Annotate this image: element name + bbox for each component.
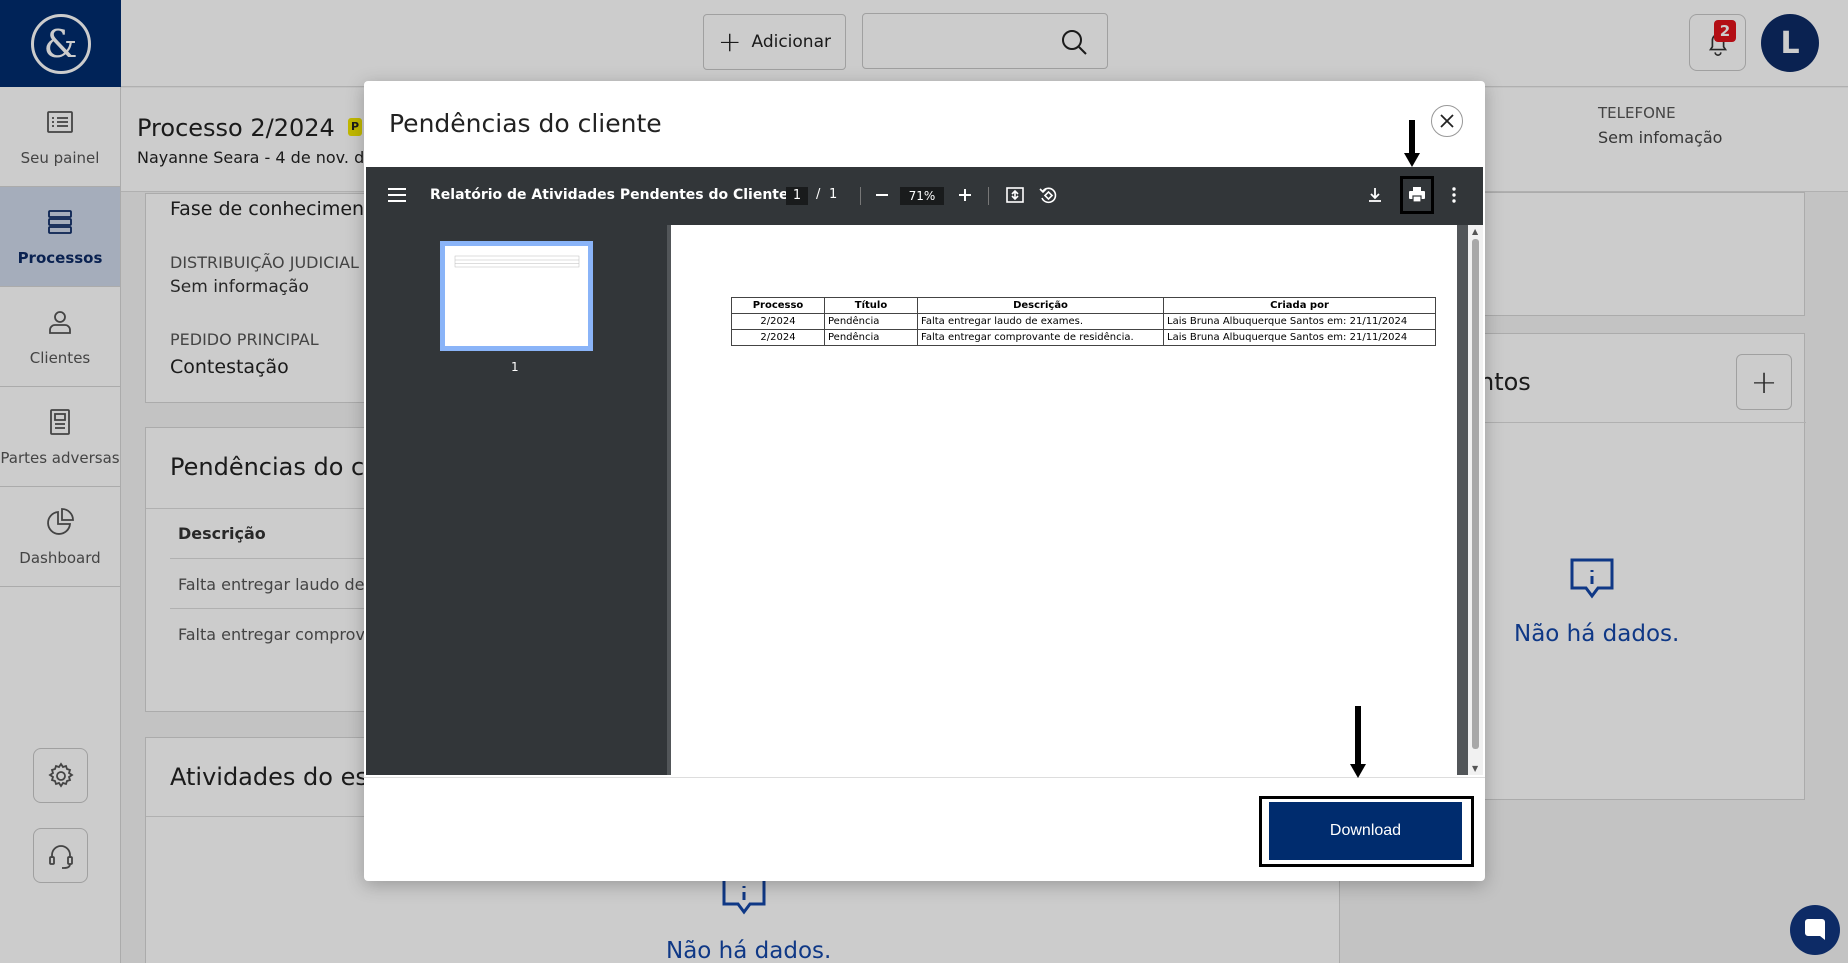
cell-process: 2/2024 bbox=[731, 329, 825, 346]
pdf-toolbar: Relatório de Atividades Pendentes do Cli… bbox=[366, 167, 1483, 225]
pdf-scrollbar[interactable]: ▲ ▼ bbox=[1468, 225, 1483, 775]
more-vertical-icon[interactable] bbox=[1444, 185, 1464, 205]
print-icon[interactable] bbox=[1407, 185, 1427, 205]
annotation-arrow-download bbox=[1355, 706, 1361, 766]
fit-page-icon[interactable] bbox=[1005, 185, 1025, 205]
thumbnail-page-number: 1 bbox=[511, 360, 519, 374]
scroll-down-icon[interactable]: ▼ bbox=[1472, 764, 1478, 773]
thumbnail-preview bbox=[454, 255, 580, 268]
pdf-document-title: Relatório de Atividades Pendentes do Cli… bbox=[430, 187, 789, 203]
column-header: Descrição bbox=[917, 297, 1164, 314]
close-icon bbox=[1440, 114, 1454, 128]
download-button[interactable]: Download bbox=[1269, 802, 1462, 860]
menu-icon[interactable] bbox=[388, 187, 406, 203]
cell-title: Pendência bbox=[824, 329, 918, 346]
table-row: 2/2024 Pendência Falta entregar comprova… bbox=[731, 329, 1436, 346]
pending-modal: Pendências do cliente Relatório de Ativi… bbox=[364, 81, 1485, 881]
column-header: Título bbox=[824, 297, 918, 314]
page-number-input[interactable]: 1 bbox=[786, 187, 808, 205]
column-header: Processo bbox=[731, 297, 825, 314]
zoom-out-icon[interactable] bbox=[872, 185, 892, 205]
thumbnail-sidebar: 1 bbox=[366, 225, 667, 775]
rotate-icon[interactable] bbox=[1038, 185, 1058, 205]
report-table: Processo Título Descrição Criada por 2/2… bbox=[731, 297, 1436, 346]
zoom-in-icon[interactable] bbox=[955, 185, 975, 205]
cell-description: Falta entregar comprovante de residência… bbox=[917, 329, 1164, 346]
cell-description: Falta entregar laudo de exames. bbox=[917, 313, 1164, 330]
cell-created-by: Lais Bruna Albuquerque Santos em: 21/11/… bbox=[1163, 329, 1436, 346]
pdf-page: Processo Título Descrição Criada por 2/2… bbox=[671, 225, 1457, 775]
close-button[interactable] bbox=[1431, 105, 1463, 137]
scrollbar-thumb[interactable] bbox=[1472, 239, 1479, 749]
column-header: Criada por bbox=[1163, 297, 1436, 314]
divider bbox=[364, 777, 1485, 778]
annotation-arrowhead-print bbox=[1404, 153, 1420, 167]
divider bbox=[988, 187, 989, 205]
page-separator: / bbox=[816, 187, 821, 202]
pdf-viewer: Relatório de Atividades Pendentes do Cli… bbox=[366, 167, 1483, 775]
table-row: 2/2024 Pendência Falta entregar laudo de… bbox=[731, 313, 1436, 330]
table-header-row: Processo Título Descrição Criada por bbox=[731, 297, 1436, 314]
divider bbox=[860, 187, 861, 205]
cell-title: Pendência bbox=[824, 313, 918, 330]
scroll-up-icon[interactable]: ▲ bbox=[1472, 227, 1478, 236]
cell-created-by: Lais Bruna Albuquerque Santos em: 21/11/… bbox=[1163, 313, 1436, 330]
pdf-page-area: Processo Título Descrição Criada por 2/2… bbox=[667, 225, 1468, 775]
chat-button[interactable] bbox=[1790, 905, 1840, 955]
page-total: 1 bbox=[829, 187, 838, 202]
page-thumbnail[interactable] bbox=[440, 241, 593, 351]
download-icon[interactable] bbox=[1365, 185, 1385, 205]
annotation-arrow-print bbox=[1409, 120, 1415, 156]
zoom-level[interactable]: 71% bbox=[900, 187, 944, 205]
annotation-arrowhead-download bbox=[1350, 764, 1366, 778]
chat-icon bbox=[1805, 919, 1825, 940]
modal-title: Pendências do cliente bbox=[389, 109, 662, 138]
cell-process: 2/2024 bbox=[731, 313, 825, 330]
